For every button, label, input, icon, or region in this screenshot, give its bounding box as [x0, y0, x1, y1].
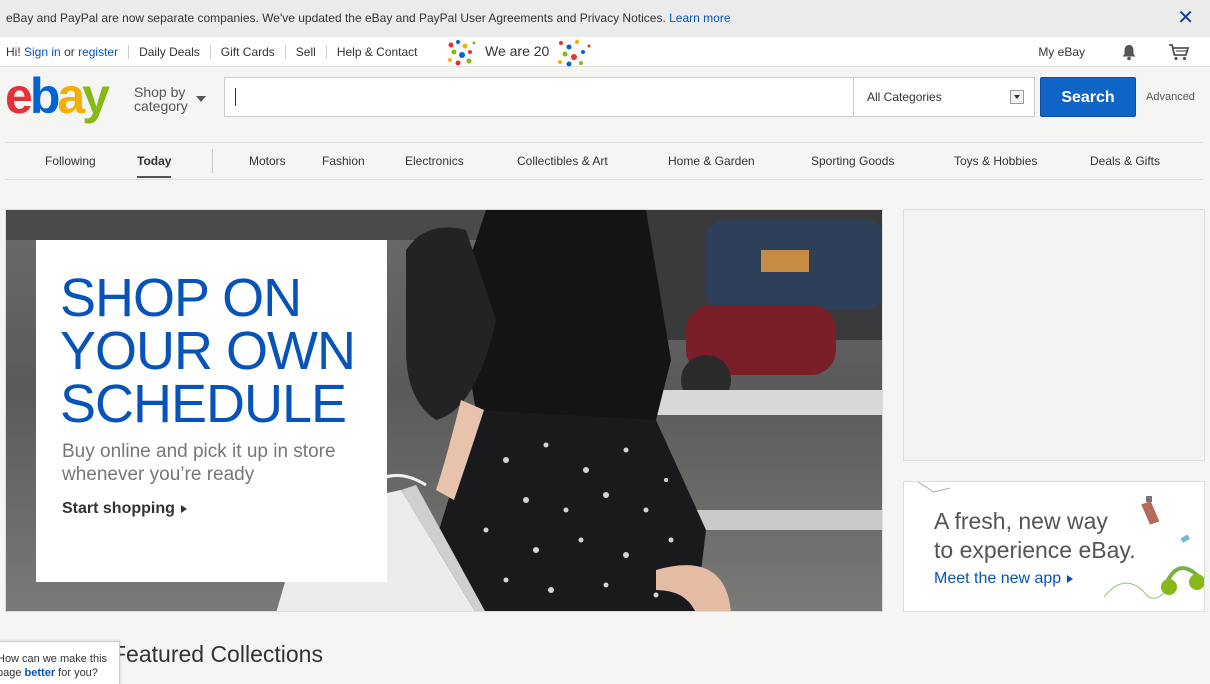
- nav-item-toys-hobbies[interactable]: Toys & Hobbies: [954, 154, 1037, 168]
- tab-today[interactable]: Today: [137, 154, 172, 178]
- headline-line: SHOP ON: [60, 268, 302, 328]
- notice-bar: eBay and PayPal are now separate compani…: [0, 0, 1210, 37]
- hero-banner[interactable]: SHOP ON YOUR OWN SCHEDULE Buy online and…: [5, 209, 883, 612]
- ebay-logo[interactable]: ebay: [5, 71, 123, 121]
- headline-line: SCHEDULE: [60, 374, 347, 434]
- shop-by-category-button[interactable]: Shop by category: [134, 84, 206, 114]
- headphones-icon: [1103, 566, 1204, 599]
- divider: [209, 45, 211, 59]
- nav-item-fashion[interactable]: Fashion: [322, 154, 365, 168]
- feedback-better-link[interactable]: better: [25, 667, 56, 679]
- start-shopping-label: Start shopping: [62, 500, 175, 517]
- hero-headline: SHOP ON YOUR OWN SCHEDULE: [60, 268, 380, 434]
- bottle-icon: [1141, 496, 1160, 525]
- shop-by-line1: Shop by: [134, 84, 186, 100]
- feedback-widget[interactable]: How can we make this page better for you…: [0, 641, 120, 684]
- sell-link[interactable]: Sell: [296, 45, 316, 59]
- shop-by-line2: category: [134, 98, 188, 114]
- register-link[interactable]: register: [78, 45, 118, 59]
- utility-left: Hi! Sign in or register Daily Deals Gift…: [6, 45, 418, 59]
- category-select-value: All Categories: [867, 90, 942, 104]
- feedback-line1: How can we make this: [0, 653, 108, 665]
- close-icon[interactable]: ✕: [1177, 0, 1194, 37]
- start-shopping-link[interactable]: Start shopping: [62, 500, 187, 518]
- logo-letter: e: [5, 68, 33, 124]
- sign-in-link[interactable]: Sign in: [24, 45, 61, 59]
- category-nav: Following Today Motors Fashion Electroni…: [5, 142, 1203, 180]
- nav-item-electronics[interactable]: Electronics: [405, 154, 464, 168]
- feedback-text: for you?: [58, 667, 98, 679]
- decor-line-icon: [917, 482, 951, 493]
- search-button[interactable]: Search: [1040, 77, 1136, 117]
- hero-subtitle: Buy online and pick it up in store whene…: [62, 441, 336, 485]
- logo-letter: y: [82, 68, 110, 124]
- dropdown-arrow-icon: [1010, 90, 1024, 104]
- cart-icon[interactable]: [1168, 43, 1190, 61]
- gift-cards-link[interactable]: Gift Cards: [221, 45, 275, 59]
- nav-item-sporting-goods[interactable]: Sporting Goods: [811, 154, 894, 168]
- nav-item-motors[interactable]: Motors: [249, 154, 286, 168]
- advanced-search-link[interactable]: Advanced: [1146, 91, 1195, 103]
- help-contact-link[interactable]: Help & Contact: [337, 45, 418, 59]
- app-promo-line1: A fresh, new way: [934, 508, 1108, 534]
- app-promo-panel[interactable]: A fresh, new way to experience eBay. Mee…: [903, 481, 1205, 612]
- daily-deals-link[interactable]: Daily Deals: [139, 45, 200, 59]
- logo-letter: b: [29, 68, 60, 124]
- search-input[interactable]: [224, 77, 854, 117]
- featured-collections-title: Featured Collections: [112, 641, 323, 667]
- category-select[interactable]: All Categories: [853, 77, 1035, 117]
- utility-bar: Hi! Sign in or register Daily Deals Gift…: [0, 37, 1210, 67]
- learn-more-link[interactable]: Learn more: [669, 11, 730, 25]
- tab-following[interactable]: Following: [45, 154, 96, 168]
- headline-line: YOUR OWN: [60, 321, 356, 381]
- divider: [284, 45, 286, 59]
- play-arrow-icon: [1067, 574, 1074, 583]
- nav-item-deals-gifts[interactable]: Deals & Gifts: [1090, 154, 1160, 168]
- hero-card: SHOP ON YOUR OWN SCHEDULE Buy online and…: [36, 240, 387, 582]
- greeting-text: Hi!: [6, 45, 21, 59]
- feedback-line2: page better for you?: [0, 666, 119, 680]
- chevron-down-icon: [196, 96, 206, 102]
- notice-text: eBay and PayPal are now separate compani…: [6, 11, 666, 25]
- meet-new-app-link[interactable]: Meet the new app: [934, 570, 1074, 588]
- nav-item-home-garden[interactable]: Home & Garden: [668, 154, 755, 168]
- feedback-text: page: [0, 667, 22, 679]
- bell-icon[interactable]: [1120, 43, 1138, 61]
- divider: [128, 45, 130, 59]
- divider: [325, 45, 327, 59]
- logo-letter: a: [57, 68, 85, 124]
- text-cursor: [235, 88, 236, 106]
- nav-item-collectibles-art[interactable]: Collectibles & Art: [517, 154, 608, 168]
- play-arrow-icon: [180, 504, 187, 513]
- or-text: or: [64, 45, 75, 59]
- ad-placeholder: [903, 209, 1205, 461]
- decor-dot-icon: [1180, 534, 1190, 543]
- we-are-20-promo[interactable]: We are 20: [445, 37, 595, 67]
- we-are-20-text: We are 20: [485, 43, 550, 59]
- meet-new-app-label: Meet the new app: [934, 570, 1062, 587]
- divider: [212, 149, 213, 173]
- my-ebay-link[interactable]: My eBay: [1038, 45, 1085, 59]
- utility-right: My eBay: [1038, 43, 1190, 61]
